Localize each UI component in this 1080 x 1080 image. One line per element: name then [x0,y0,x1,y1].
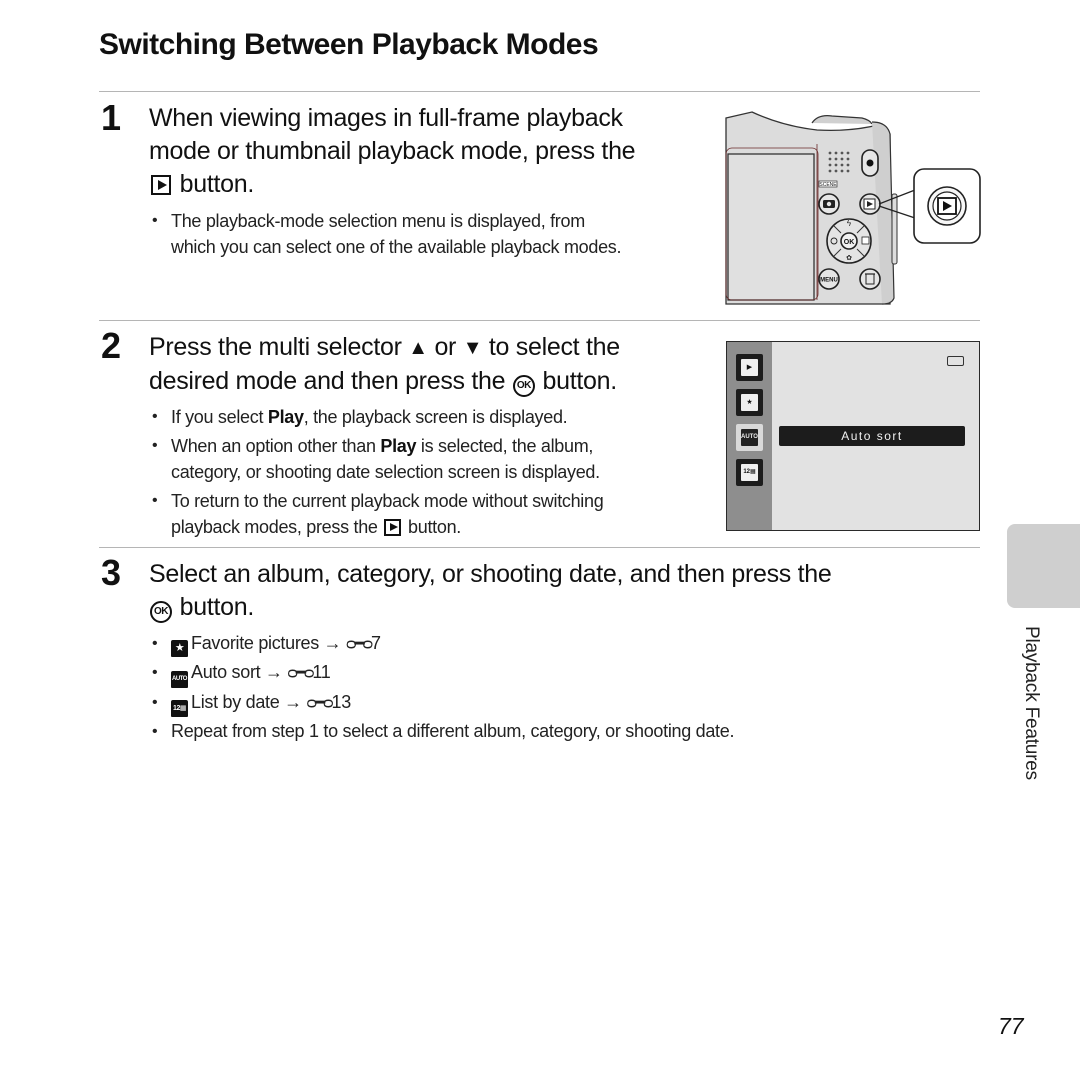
menu-label: MENU [820,278,838,284]
divider [99,91,980,92]
step-number: 3 [101,552,122,593]
lcd-monitor [727,153,815,301]
text: To return to the current playback mode w… [171,491,604,511]
step-number: 2 [101,325,122,366]
play-mode-icon: ▶ [741,359,758,376]
page-number: 77 [998,1013,1024,1039]
arrow-icon: → [323,633,342,653]
text: , the playback screen is displayed. [303,407,568,427]
step-3-heading: Select an album, category, or shooting d… [149,558,949,624]
step-1-bullets: The playback-mode selection menu is disp… [150,208,710,260]
reference-icon: ᴑ━ᴑ [287,663,314,682]
selected-mode-label: Auto sort [779,426,965,446]
ok-label: OK [844,239,855,246]
list-item: AUTOAuto sort → ᴑ━ᴑ11 [150,658,950,688]
step-3-heading-line: Select an album, category, or shooting d… [149,560,832,588]
list-by-date-icon: 12▦ [741,464,758,481]
playback-button-icon [384,519,402,536]
step-2-heading: Press the multi selector ▲ or ▼ to selec… [149,331,709,398]
page-reference[interactable]: 7 [371,633,381,653]
step-number: 1 [101,97,122,138]
step-2-heading-line: Press the multi selector ▲ or ▼ to selec… [149,331,709,365]
delete-button [859,268,881,290]
page-title: Switching Between Playback Modes [99,28,599,61]
step-1-heading-line: button. [149,168,709,201]
list-item: To return to the current playback mode w… [150,488,710,540]
text: desired mode and then press the [149,367,506,395]
menu-item-play: ▶ [736,354,763,381]
text: When an option other than [171,436,381,456]
list-item: ★Favorite pictures → ᴑ━ᴑ7 [150,629,950,658]
bullet-text: The playback-mode selection menu is disp… [171,211,585,231]
playback-button-icon [151,175,171,195]
auto-sort-icon: AUTO [741,429,758,446]
keyword: Play [380,436,417,456]
divider [99,320,980,321]
menu-item-auto-sort: AUTO [736,424,763,451]
section-label: Playback Features [1021,626,1042,780]
text: button. [408,517,461,537]
text: Favorite pictures [191,633,319,653]
ok-button-icon: OK [512,375,535,397]
text: Repeat from step 1 to select a different… [171,721,735,741]
svg-text:✿: ✿ [846,255,852,262]
scene-label: SCENE [819,182,837,188]
down-triangle-icon: ▼ [462,337,483,359]
step-3-heading-line: OK button. [149,591,949,624]
up-triangle-icon: ▲ [408,337,428,359]
bullet-text: which you can select one of the availabl… [171,237,622,257]
step-1-heading: When viewing images in full-frame playba… [149,102,709,201]
text: is selected, the album, [416,436,594,456]
text: category, or shooting date selection scr… [171,462,600,482]
menu-item-favorite: ★ [736,389,763,416]
reference-icon: ᴑ━ᴑ [306,693,334,712]
menu-sidebar: ▶ ★ AUTO 12▦ [727,342,772,530]
step-3-bullets: ★Favorite pictures → ᴑ━ᴑ7 AUTOAuto sort … [150,629,950,746]
list-item: When an option other than Play is select… [150,433,710,485]
text: Press the multi selector [149,333,402,361]
step-2-bullets: If you select Play, the playback screen … [150,404,710,540]
arrow-icon: → [284,692,302,712]
text: If you select [171,407,268,427]
divider [99,547,980,548]
text: List by date [191,692,280,712]
page-reference[interactable]: 11 [312,662,330,682]
step-1-heading-line: When viewing images in full-frame playba… [149,104,623,132]
list-item: 12▦List by date → ᴑ━ᴑ13 [150,688,950,717]
step-1-heading-line: mode or thumbnail playback mode, press t… [149,137,636,165]
ok-button-icon: OK [150,601,172,623]
favorite-album-icon: ★ [171,640,188,657]
section-tab[interactable] [1007,524,1080,608]
list-item: The playback-mode selection menu is disp… [150,208,710,260]
text: playback modes, press the [171,517,378,537]
text: Auto sort [191,662,261,682]
camera-back-illustration: SCENE OK ϟ ✿ MENU [725,111,981,305]
playback-mode-menu-screen: ▶ ★ AUTO 12▦ Auto sort [726,341,980,531]
list-item: If you select Play, the playback screen … [150,404,710,430]
favorite-pictures-icon: ★ [741,394,758,411]
step-1-heading-suffix: button. [179,170,255,198]
arrow-icon: → [265,662,283,682]
text: or [434,333,457,361]
text: to select the [488,333,620,361]
battery-icon [947,356,964,366]
page-reference[interactable]: 13 [332,692,352,712]
text: button. [542,367,618,395]
list-by-date-icon: 12▦ [171,700,188,717]
text: button. [179,593,255,621]
step-2-heading-line: desired mode and then press the OK butto… [149,365,709,398]
menu-item-list-by-date: 12▦ [736,459,763,486]
auto-sort-icon: AUTO [171,671,188,688]
list-item: Repeat from step 1 to select a different… [150,717,950,746]
keyword: Play [267,407,304,427]
reference-icon: ᴑ━ᴑ [346,634,373,653]
